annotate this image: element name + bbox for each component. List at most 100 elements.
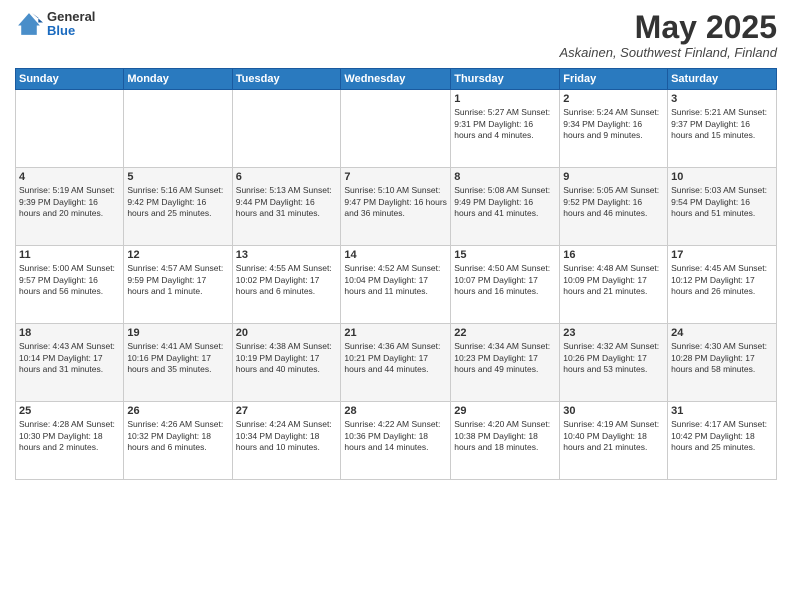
day-number: 31 [671,405,773,417]
table-row: 25 Sunrise: 4:28 AM Sunset: 10:30 PM Dayl… [16,402,124,480]
day-number: 26 [127,405,228,417]
table-row: 4Sunrise: 5:19 AM Sunset: 9:39 PM Daylig… [16,168,124,246]
table-row: 23 Sunrise: 4:32 AM Sunset: 10:26 PM Dayl… [560,324,668,402]
day-number: 6 [236,171,338,183]
table-row: 13 Sunrise: 4:55 AM Sunset: 10:02 PM Dayl… [232,246,341,324]
calendar-table: Sunday Monday Tuesday Wednesday Thursday… [15,68,777,480]
month-title: May 2025 [559,10,777,45]
table-row [124,90,232,168]
table-row [232,90,341,168]
day-info: Sunrise: 5:24 AM Sunset: 9:34 PM Dayligh… [563,107,664,141]
table-row: 30Sunrise: 4:19 AM Sunset: 10:40 PM Dayl… [560,402,668,480]
col-thursday: Thursday [451,69,560,90]
header: General Blue May 2025 Askainen, Southwes… [15,10,777,60]
day-number: 16 [563,249,664,261]
day-number: 3 [671,93,773,105]
table-row: 10 Sunrise: 5:03 AM Sunset: 9:54 PM Dayli… [668,168,777,246]
day-info: Sunrise: 4:36 AM Sunset: 10:21 PM Daylig… [344,341,447,375]
day-info: Sunrise: 4:55 AM Sunset: 10:02 PM Daylig… [236,263,338,297]
day-info: Sunrise: 4:43 AM Sunset: 10:14 PM Daylig… [19,341,120,375]
day-info: Sunrise: 4:34 AM Sunset: 10:23 PM Daylig… [454,341,556,375]
table-row: 15 Sunrise: 4:50 AM Sunset: 10:07 PM Dayl… [451,246,560,324]
day-number: 20 [236,327,338,339]
day-info: Sunrise: 4:28 AM Sunset: 10:30 PM Daylig… [19,419,120,453]
day-info: Sunrise: 4:45 AM Sunset: 10:12 PM Daylig… [671,263,773,297]
table-row: 19 Sunrise: 4:41 AM Sunset: 10:16 PM Dayl… [124,324,232,402]
table-row: 8 Sunrise: 5:08 AM Sunset: 9:49 PM Daylig… [451,168,560,246]
day-info: Sunrise: 5:08 AM Sunset: 9:49 PM Dayligh… [454,185,556,219]
day-number: 5 [127,171,228,183]
day-number: 25 [19,405,120,417]
table-row: 20Sunrise: 4:38 AM Sunset: 10:19 PM Dayl… [232,324,341,402]
calendar-week-row: 11 Sunrise: 5:00 AM Sunset: 9:57 PM Dayli… [16,246,777,324]
day-info: Sunrise: 5:00 AM Sunset: 9:57 PM Dayligh… [19,263,120,297]
day-number: 29 [454,405,556,417]
day-number: 2 [563,93,664,105]
day-info: Sunrise: 4:30 AM Sunset: 10:28 PM Daylig… [671,341,773,375]
day-number: 9 [563,171,664,183]
table-row: 24 Sunrise: 4:30 AM Sunset: 10:28 PM Dayl… [668,324,777,402]
location-subtitle: Askainen, Southwest Finland, Finland [559,45,777,60]
calendar-week-row: 18 Sunrise: 4:43 AM Sunset: 10:14 PM Dayl… [16,324,777,402]
page: General Blue May 2025 Askainen, Southwes… [0,0,792,612]
day-number: 12 [127,249,228,261]
day-number: 24 [671,327,773,339]
day-number: 19 [127,327,228,339]
logo: General Blue [15,10,95,39]
day-info: Sunrise: 4:17 AM Sunset: 10:42 PM Daylig… [671,419,773,453]
day-number: 4 [19,171,120,183]
col-wednesday: Wednesday [341,69,451,90]
table-row: 21Sunrise: 4:36 AM Sunset: 10:21 PM Dayl… [341,324,451,402]
table-row: 28 Sunrise: 4:22 AM Sunset: 10:36 PM Dayl… [341,402,451,480]
logo-general: General [47,10,95,24]
day-info: Sunrise: 5:10 AM Sunset: 9:47 PM Dayligh… [344,185,447,219]
col-saturday: Saturday [668,69,777,90]
table-row: 2 Sunrise: 5:24 AM Sunset: 9:34 PM Daylig… [560,90,668,168]
logo-blue: Blue [47,24,95,38]
day-info: Sunrise: 4:19 AM Sunset: 10:40 PM Daylig… [563,419,664,453]
day-number: 14 [344,249,447,261]
day-number: 1 [454,93,556,105]
calendar-week-row: 25 Sunrise: 4:28 AM Sunset: 10:30 PM Dayl… [16,402,777,480]
table-row: 26 Sunrise: 4:26 AM Sunset: 10:32 PM Dayl… [124,402,232,480]
day-info: Sunrise: 5:03 AM Sunset: 9:54 PM Dayligh… [671,185,773,219]
day-info: Sunrise: 5:13 AM Sunset: 9:44 PM Dayligh… [236,185,338,219]
table-row [341,90,451,168]
day-number: 15 [454,249,556,261]
day-info: Sunrise: 4:57 AM Sunset: 9:59 PM Dayligh… [127,263,228,297]
col-sunday: Sunday [16,69,124,90]
day-info: Sunrise: 4:41 AM Sunset: 10:16 PM Daylig… [127,341,228,375]
day-number: 8 [454,171,556,183]
day-info: Sunrise: 4:48 AM Sunset: 10:09 PM Daylig… [563,263,664,297]
table-row: 3 Sunrise: 5:21 AM Sunset: 9:37 PM Daylig… [668,90,777,168]
day-info: Sunrise: 4:32 AM Sunset: 10:26 PM Daylig… [563,341,664,375]
generalblue-logo-icon [15,10,43,38]
col-tuesday: Tuesday [232,69,341,90]
calendar-week-row: 4Sunrise: 5:19 AM Sunset: 9:39 PM Daylig… [16,168,777,246]
table-row: 9 Sunrise: 5:05 AM Sunset: 9:52 PM Daylig… [560,168,668,246]
day-info: Sunrise: 5:27 AM Sunset: 9:31 PM Dayligh… [454,107,556,141]
col-friday: Friday [560,69,668,90]
day-number: 23 [563,327,664,339]
day-info: Sunrise: 4:22 AM Sunset: 10:36 PM Daylig… [344,419,447,453]
table-row: 29 Sunrise: 4:20 AM Sunset: 10:38 PM Dayl… [451,402,560,480]
day-number: 28 [344,405,447,417]
table-row: 7 Sunrise: 5:10 AM Sunset: 9:47 PM Daylig… [341,168,451,246]
calendar-week-row: 1 Sunrise: 5:27 AM Sunset: 9:31 PM Daylig… [16,90,777,168]
day-info: Sunrise: 4:26 AM Sunset: 10:32 PM Daylig… [127,419,228,453]
table-row: 27Sunrise: 4:24 AM Sunset: 10:34 PM Dayl… [232,402,341,480]
day-info: Sunrise: 5:05 AM Sunset: 9:52 PM Dayligh… [563,185,664,219]
table-row: 31 Sunrise: 4:17 AM Sunset: 10:42 PM Dayl… [668,402,777,480]
table-row: 1 Sunrise: 5:27 AM Sunset: 9:31 PM Daylig… [451,90,560,168]
day-number: 11 [19,249,120,261]
day-number: 18 [19,327,120,339]
day-number: 13 [236,249,338,261]
day-info: Sunrise: 4:20 AM Sunset: 10:38 PM Daylig… [454,419,556,453]
day-info: Sunrise: 5:16 AM Sunset: 9:42 PM Dayligh… [127,185,228,219]
day-number: 10 [671,171,773,183]
day-info: Sunrise: 4:50 AM Sunset: 10:07 PM Daylig… [454,263,556,297]
day-number: 7 [344,171,447,183]
logo-text: General Blue [47,10,95,39]
day-info: Sunrise: 5:21 AM Sunset: 9:37 PM Dayligh… [671,107,773,141]
day-number: 17 [671,249,773,261]
